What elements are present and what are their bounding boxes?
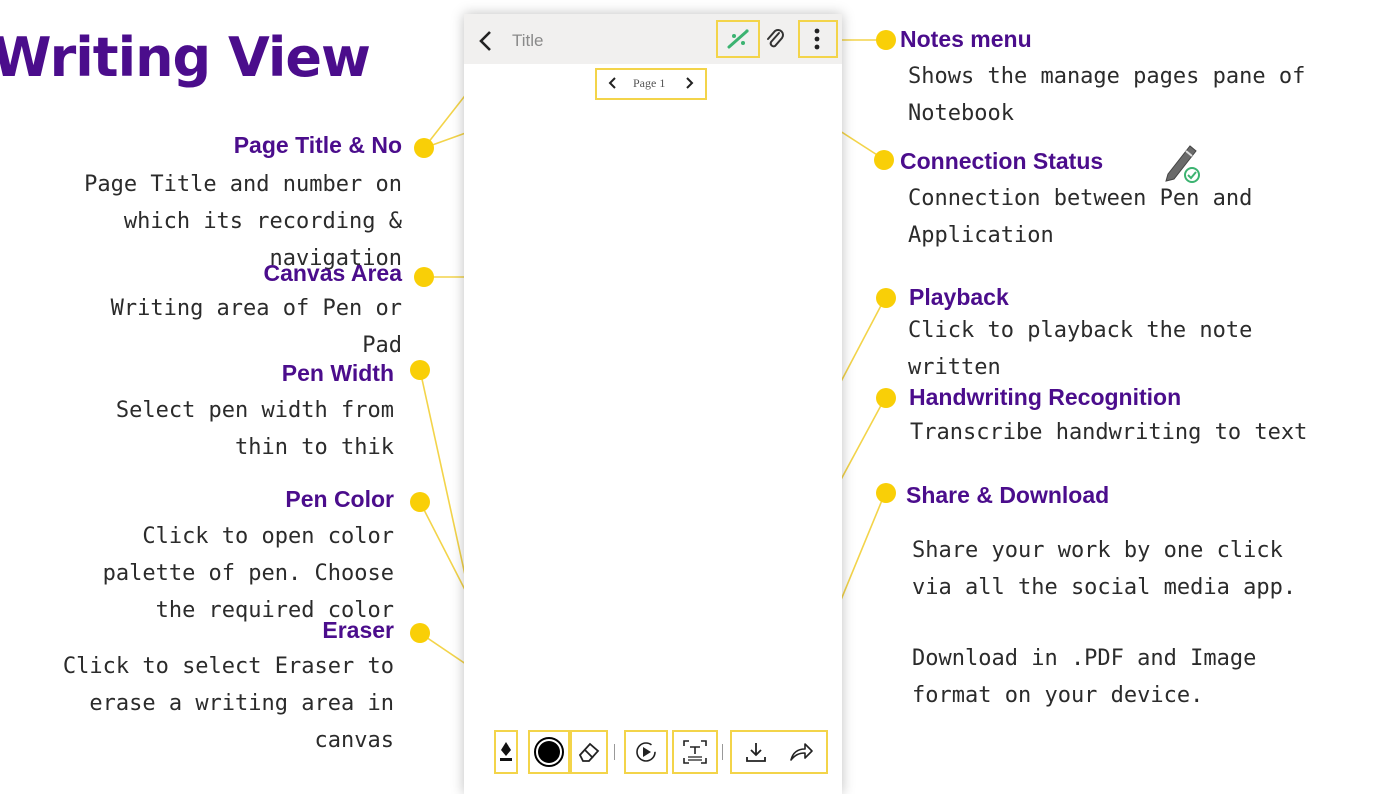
callout-desc-share: Share your work by one click via all the… xyxy=(912,538,1297,600)
callout-desc-eraser: Click to select Eraser to erase a writin… xyxy=(62,654,394,753)
connection-status-button[interactable] xyxy=(716,20,760,58)
playback-icon xyxy=(636,742,656,762)
note-title-input[interactable]: Title xyxy=(512,31,544,51)
page-number: Page 1 xyxy=(633,76,666,90)
share-icon[interactable] xyxy=(788,740,814,764)
note-header: Title xyxy=(464,14,842,64)
fountain-pen-icon xyxy=(500,742,512,761)
pen-connected-icon xyxy=(1165,145,1200,183)
callout-dot xyxy=(874,150,894,170)
phone-mockup: Title Page 1 xyxy=(464,14,842,794)
callout-dot xyxy=(876,388,896,408)
callout-dot xyxy=(410,492,430,512)
eraser-button[interactable] xyxy=(570,730,608,774)
callout-title-canvas: Canvas Area xyxy=(263,260,402,286)
text-recognition-icon xyxy=(683,740,707,764)
callout-title-playback: Playback xyxy=(909,284,1009,310)
callout-title-notes-menu: Notes menu xyxy=(900,26,1032,52)
eraser-icon xyxy=(578,742,600,762)
callout-dot xyxy=(414,267,434,287)
page-heading: Writing View xyxy=(0,26,371,89)
toolbar-divider xyxy=(722,744,723,760)
callout-title-eraser: Eraser xyxy=(322,617,394,643)
playback-button[interactable] xyxy=(624,730,668,774)
page-pager: Page 1 xyxy=(595,68,707,100)
callout-desc-recognition: Transcribe handwriting to text xyxy=(910,420,1308,445)
callout-title-share: Share & Download xyxy=(906,482,1110,508)
notes-menu-button[interactable] xyxy=(798,20,838,58)
callout-desc-notes-menu: Shows the manage pages pane of Notebook xyxy=(908,64,1306,126)
callout-dot xyxy=(414,138,434,158)
callout-desc-playback: Click to playback the note written xyxy=(908,318,1253,380)
callout-dot xyxy=(876,30,896,50)
writing-canvas[interactable] xyxy=(464,104,842,734)
callout-desc-download: Download in .PDF and Image format on you… xyxy=(912,646,1257,708)
callout-desc-pen-width: Select pen width from thin to thik xyxy=(115,398,394,460)
color-dot-icon xyxy=(534,737,564,767)
callout-dot xyxy=(410,360,430,380)
prev-page-icon[interactable] xyxy=(607,76,617,90)
callout-title-connection: Connection Status xyxy=(900,148,1104,174)
next-page-icon[interactable] xyxy=(685,76,695,90)
pen-color-button[interactable] xyxy=(528,730,570,774)
pen-width-button[interactable] xyxy=(494,730,518,774)
paperclip-icon[interactable] xyxy=(764,28,786,50)
callout-dot xyxy=(876,288,896,308)
callout-title-pen-width: Pen Width xyxy=(281,360,394,386)
handwriting-recognition-button[interactable] xyxy=(672,730,718,774)
callout-title-recognition: Handwriting Recognition xyxy=(909,384,1182,410)
callout-dot xyxy=(410,623,430,643)
chevron-left-icon[interactable] xyxy=(478,30,494,52)
download-icon[interactable] xyxy=(744,740,768,764)
toolbar-divider xyxy=(614,744,615,760)
pen-connection-icon xyxy=(727,29,749,49)
callout-desc-canvas: Writing area of Pen or Pad xyxy=(110,296,402,358)
more-vertical-icon xyxy=(814,28,820,50)
callout-desc-connection: Connection between Pen and Application xyxy=(908,186,1253,248)
callout-desc-pen-color: Click to open color palette of pen. Choo… xyxy=(102,524,394,623)
callout-dot xyxy=(876,483,896,503)
share-download-group xyxy=(730,730,828,774)
callout-title-page-title: Page Title & No xyxy=(233,132,402,158)
callout-title-pen-color: Pen Color xyxy=(285,486,394,512)
